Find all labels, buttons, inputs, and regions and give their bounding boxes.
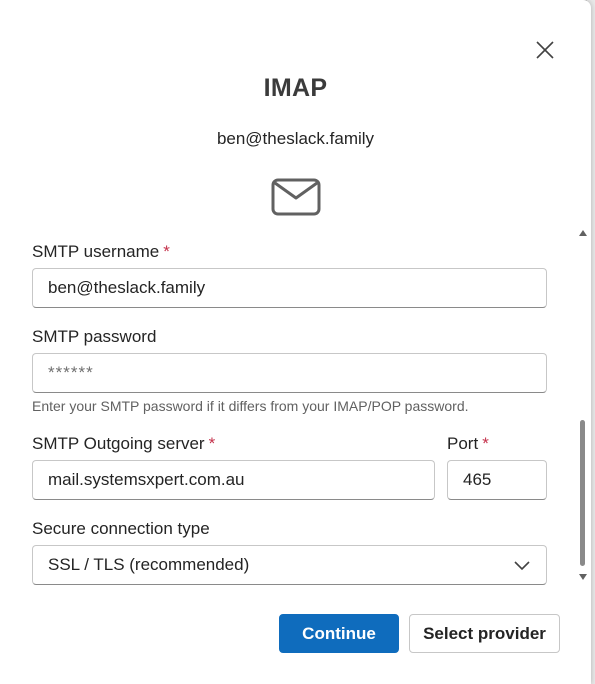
smtp-server-label: SMTP Outgoing server * — [32, 434, 215, 454]
account-email: ben@theslack.family — [216, 129, 375, 148]
smtp-username-input[interactable]: ben@theslack.family — [32, 268, 547, 308]
port-value: 465 — [463, 470, 492, 489]
smtp-password-placeholder: ****** — [48, 363, 94, 382]
smtp-server-value: mail.systemsxpert.com.au — [48, 470, 245, 489]
secure-connection-label: Secure connection type — [32, 519, 210, 539]
port-input[interactable]: 465 — [447, 460, 547, 500]
chevron-down-icon — [514, 561, 530, 571]
mail-icon — [271, 178, 321, 216]
continue-button[interactable]: Continue — [279, 614, 399, 653]
required-mark: * — [208, 434, 216, 453]
smtp-password-label: SMTP password — [32, 327, 156, 347]
secure-connection-label-text: Secure connection type — [32, 519, 210, 538]
imap-settings-dialog: IMAP ben@theslack.family SMTP username * … — [0, 0, 591, 684]
triangle-down-icon — [579, 574, 587, 580]
smtp-server-input[interactable]: mail.systemsxpert.com.au — [32, 460, 435, 500]
port-label: Port * — [447, 434, 489, 454]
dialog-title: IMAP — [263, 74, 328, 102]
close-button[interactable] — [532, 37, 558, 63]
scroll-up-arrow[interactable] — [578, 228, 588, 238]
select-provider-button[interactable]: Select provider — [409, 614, 560, 653]
port-label-text: Port — [447, 434, 479, 453]
required-mark: * — [482, 434, 489, 453]
secure-connection-select[interactable]: SSL / TLS (recommended) — [32, 545, 547, 585]
scroll-down-arrow[interactable] — [578, 572, 588, 582]
scrollbar-thumb[interactable] — [580, 420, 585, 566]
required-mark: * — [163, 242, 170, 261]
smtp-password-label-text: SMTP password — [32, 327, 157, 346]
smtp-password-help-text: Enter your SMTP password if it differs f… — [32, 398, 469, 414]
triangle-up-icon — [579, 230, 587, 236]
close-icon — [536, 41, 554, 59]
smtp-username-label: SMTP username * — [32, 242, 170, 262]
smtp-password-input[interactable]: ****** — [32, 353, 547, 393]
smtp-username-label-text: SMTP username — [32, 242, 160, 261]
form-scrollbar[interactable] — [578, 228, 588, 584]
smtp-server-label-text: SMTP Outgoing server — [32, 434, 205, 453]
smtp-username-value: ben@theslack.family — [48, 278, 206, 297]
secure-connection-selected: SSL / TLS (recommended) — [48, 555, 250, 574]
